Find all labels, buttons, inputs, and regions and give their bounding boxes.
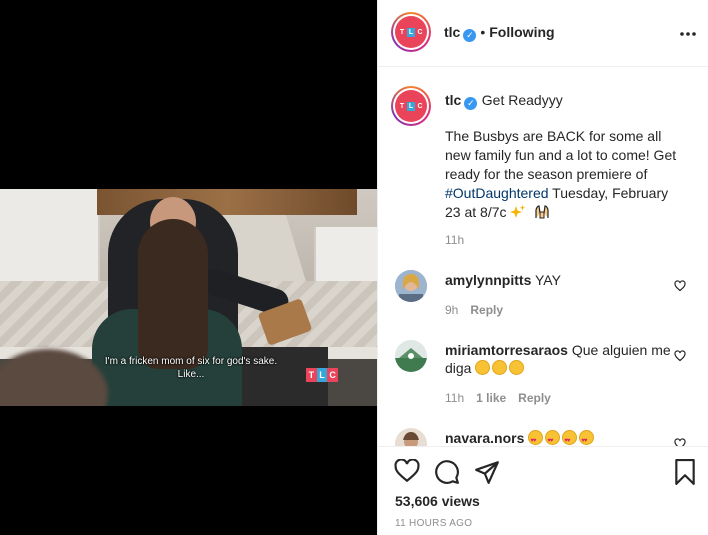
comment-username[interactable]: miriamtorresaraos	[445, 342, 568, 358]
caption-title-line: tlc ✓ Get Readyyy	[445, 92, 563, 110]
comment-avatar[interactable]	[395, 340, 427, 372]
reply-button[interactable]: Reply	[518, 391, 551, 405]
heart-eyes-icon	[579, 430, 595, 446]
header-avatar[interactable]: TLC	[391, 12, 431, 52]
save-icon[interactable]	[674, 459, 696, 490]
comment-username[interactable]: navara.nors	[445, 430, 524, 446]
worried-face-icon	[509, 360, 525, 375]
verified-icon: ✓	[463, 29, 477, 42]
comment-meta: 9h Reply	[445, 303, 503, 317]
heart-icon[interactable]	[394, 458, 420, 488]
post-media[interactable]: I'm a fricken mom of six for god's sake.…	[0, 0, 377, 535]
tlc-letter-l: L	[316, 368, 328, 382]
worried-face-icon	[475, 360, 491, 375]
comment-age[interactable]: 9h	[445, 303, 458, 317]
tlc-logo-icon: TLC	[395, 16, 427, 48]
heart-eyes-icon	[545, 430, 561, 446]
kitchen-cabinet-right	[314, 227, 377, 281]
woman-hair	[138, 219, 208, 369]
caption-text: The Busbys are BACK for some all new fam…	[445, 128, 677, 182]
share-icon[interactable]	[474, 459, 500, 490]
video-subtitle: I'm a fricken mom of six for god's sake.…	[104, 356, 278, 380]
comment-text: YAY	[535, 272, 561, 288]
separator-dot: •	[480, 24, 486, 40]
post-footer: 53,606 views 11 HOURS AGO	[378, 446, 708, 535]
video-frame[interactable]: I'm a fricken mom of six for god's sake.…	[0, 189, 377, 406]
like-comment-icon[interactable]	[674, 437, 686, 446]
comment-avatar[interactable]	[395, 270, 427, 302]
caption-title: Get Readyyy	[481, 92, 563, 108]
header-username[interactable]: tlc	[444, 24, 460, 40]
kitchen-cabinet-left	[0, 189, 100, 281]
comment-username[interactable]: amylynnpitts	[445, 272, 531, 288]
comment-age[interactable]: 11h	[445, 391, 464, 405]
comment-avatar[interactable]	[395, 428, 427, 446]
post-sidebar: TLC tlc ✓ • Following TLC tlc ✓ Get Readyyy …	[377, 0, 708, 535]
like-comment-icon[interactable]	[674, 279, 686, 292]
comments-list[interactable]: TLC tlc ✓ Get Readyyy The Busbys are BACK…	[378, 68, 708, 446]
heart-eyes-icon	[562, 430, 578, 446]
view-count[interactable]: 53,606 views	[395, 493, 480, 509]
following-button[interactable]: Following	[489, 24, 554, 40]
comment-body: navara.nors	[445, 429, 673, 446]
reply-button[interactable]: Reply	[470, 303, 503, 317]
like-comment-icon[interactable]	[674, 349, 686, 362]
more-icon[interactable]	[679, 22, 697, 40]
comment-body: amylynnpitts YAY	[445, 271, 673, 289]
heart-eyes-icon	[528, 430, 544, 446]
tlc-watermark: T L C	[306, 368, 339, 382]
comment-body: miriamtorresaraos Que alguien me diga	[445, 341, 673, 377]
comment-icon[interactable]	[434, 459, 460, 490]
header-user-line: tlc ✓ • Following	[444, 24, 555, 42]
caption-age[interactable]: 11h	[445, 233, 464, 247]
caption-avatar[interactable]: TLC	[391, 86, 431, 126]
worried-face-icon	[492, 360, 508, 375]
hashtag-link[interactable]: #OutDaughtered	[445, 185, 549, 201]
verified-icon: ✓	[464, 97, 478, 110]
tlc-letter-c: C	[327, 368, 339, 382]
caption-body: The Busbys are BACK for some all new fam…	[445, 127, 685, 224]
caption-username[interactable]: tlc	[445, 92, 461, 108]
post-header: TLC tlc ✓ • Following	[378, 0, 708, 67]
comment-likes[interactable]: 1 like	[476, 391, 506, 405]
comment-meta: 11h 1 like Reply	[445, 391, 551, 405]
tlc-logo-icon: TLC	[395, 90, 427, 122]
post-timestamp[interactable]: 11 HOURS AGO	[395, 518, 472, 529]
action-bar	[394, 458, 695, 488]
tlc-letter-t: T	[306, 368, 317, 382]
raising-hands-icon	[534, 204, 550, 224]
sparkles-icon	[510, 205, 526, 224]
